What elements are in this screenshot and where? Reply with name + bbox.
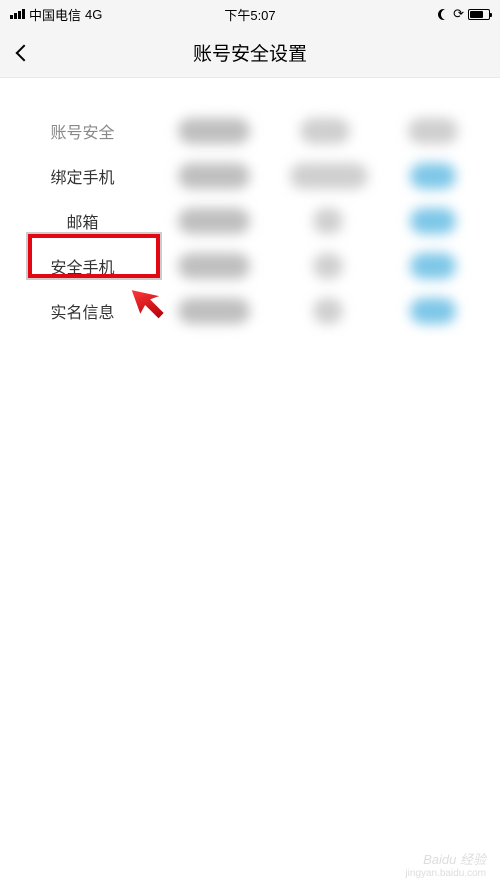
blurred-content	[300, 118, 350, 144]
watermark: Baidu 经验 jingyan.baidu.com	[405, 849, 486, 879]
watermark-url: jingyan.baidu.com	[405, 868, 486, 879]
chevron-left-icon	[16, 44, 33, 61]
blurred-content	[313, 253, 343, 279]
signal-icon	[10, 9, 25, 19]
blurred-content	[178, 208, 250, 234]
back-button[interactable]	[12, 41, 36, 65]
blurred-content	[313, 298, 343, 324]
blurred-content	[290, 163, 368, 189]
status-time: 下午5:07	[224, 5, 275, 24]
list-item-label: 邮箱	[20, 209, 145, 233]
battery-icon	[468, 9, 490, 20]
network-label: 4G	[85, 7, 102, 22]
orientation-lock-icon: ⟳	[453, 6, 464, 22]
blurred-content	[410, 253, 456, 279]
status-left: 中国电信 4G	[10, 5, 102, 24]
watermark-brand: Baidu 经验	[405, 849, 486, 868]
nav-bar: 账号安全设置	[0, 28, 500, 78]
carrier-label: 中国电信	[29, 5, 81, 24]
blurred-content	[178, 118, 250, 144]
blurred-content	[410, 298, 456, 324]
dnd-moon-icon	[438, 9, 449, 20]
status-right: ⟳	[438, 6, 490, 22]
list-item-label: 实名信息	[20, 299, 145, 323]
list-item-label: 安全手机	[20, 254, 145, 278]
blurred-content	[313, 208, 343, 234]
list-header-label: 账号安全	[20, 119, 145, 143]
blurred-content	[178, 163, 250, 189]
blurred-content	[410, 208, 456, 234]
blurred-content	[178, 298, 250, 324]
blurred-content	[178, 253, 250, 279]
blurred-content	[408, 118, 458, 144]
list-item-label: 绑定手机	[20, 164, 145, 188]
settings-list: 账号安全 绑定手机 邮箱 安全手机 实名信息	[0, 78, 500, 333]
blurred-content	[410, 163, 456, 189]
status-bar: 中国电信 4G 下午5:07 ⟳	[0, 0, 500, 28]
page-title: 账号安全设置	[193, 39, 307, 66]
